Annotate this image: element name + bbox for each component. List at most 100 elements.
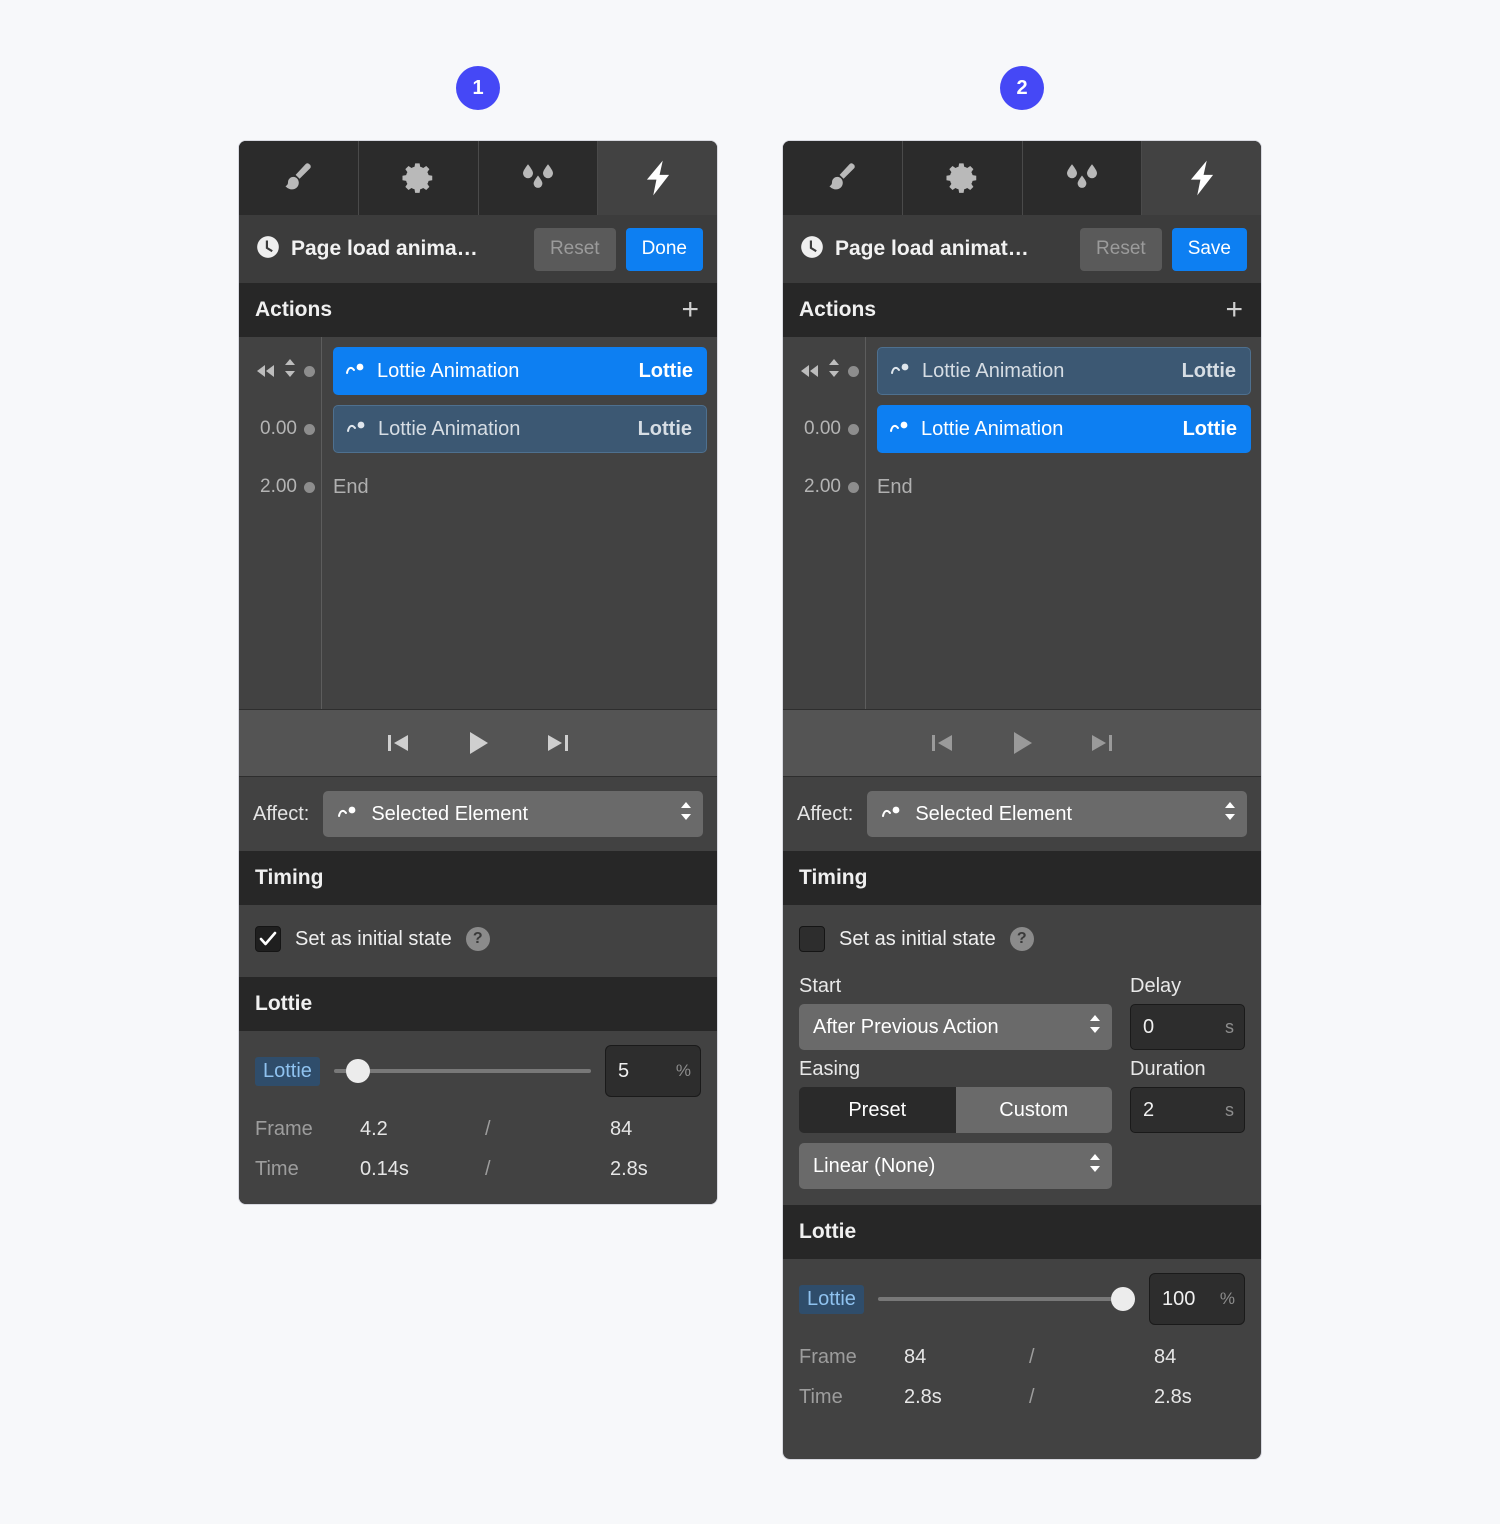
sort-updown-icon[interactable]: [827, 358, 841, 384]
panel1-frame-table: Frame 4.2 / 84 Time 0.14s / 2.8s: [255, 1109, 701, 1189]
action-item-kind: Lottie: [638, 359, 693, 382]
panel2-start-value: After Previous Action: [813, 1015, 999, 1038]
motion-path-icon: [337, 803, 359, 826]
panel1-lottie-body: Lottie 5 % Frame 4.2 / 84 Time 0.14s / 2…: [239, 1031, 717, 1204]
tab-style[interactable]: [239, 141, 359, 215]
skip-back-icon[interactable]: [925, 726, 959, 760]
panel2-lottie-value: 100: [1162, 1287, 1196, 1310]
tab-settings[interactable]: [358, 141, 479, 215]
panel2-save-button[interactable]: Save: [1171, 227, 1247, 271]
rewind-icon[interactable]: [799, 363, 821, 379]
timeline-row: Lottie Animation Lottie: [783, 347, 1261, 395]
timeline-rule: [865, 337, 866, 709]
timeline-gutter: [783, 358, 865, 384]
row-current: 84: [904, 1345, 927, 1368]
panel2-start-select[interactable]: After Previous Action: [799, 1004, 1112, 1050]
panel2-timeline: Lottie Animation Lottie 0.00 Lottie Anim…: [783, 337, 1261, 709]
brush-icon: [279, 159, 317, 197]
panel1-tabstrip: [239, 141, 717, 215]
panel2-easing-select[interactable]: Linear (None): [799, 1143, 1112, 1189]
timeline-empty-space: [783, 511, 1261, 701]
action-item-lottie-2[interactable]: Lottie Animation Lottie: [333, 405, 707, 453]
slider-knob[interactable]: [345, 1059, 370, 1083]
panel1-affect-value: Selected Element: [371, 802, 529, 825]
panel2-actions-header: Actions +: [783, 283, 1261, 337]
row-separator: /: [1029, 1345, 1035, 1368]
panel2-add-action-button[interactable]: +: [1223, 295, 1245, 325]
action-item-lottie-1[interactable]: Lottie Animation Lottie: [333, 347, 707, 395]
panel2-delay-input[interactable]: 0 s: [1130, 1004, 1245, 1050]
panel1-affect-select[interactable]: Selected Element: [323, 791, 703, 837]
timeline-node-dot: [848, 423, 859, 435]
help-icon[interactable]: ?: [465, 927, 490, 951]
timeline-gutter: 0.00: [783, 418, 865, 440]
timeline-end-label: End: [877, 475, 913, 498]
panel1-initial-state-checkbox[interactable]: [255, 926, 281, 952]
timeline-node-dot: [848, 365, 859, 377]
panel1-done-button[interactable]: Done: [625, 227, 703, 271]
panel2-delay-unit: s: [1225, 1016, 1234, 1037]
panel1-lottie-value-input[interactable]: 5 %: [605, 1045, 701, 1097]
action-item-lottie-2[interactable]: Lottie Animation Lottie: [877, 405, 1251, 453]
step-badge-1: 1: [456, 66, 500, 110]
panel2-lottie-pill[interactable]: Lottie: [799, 1284, 864, 1314]
tab-interactions[interactable]: [598, 141, 717, 215]
slider-knob[interactable]: [1110, 1287, 1135, 1311]
timeline-gutter: 2.00: [239, 476, 321, 498]
panel2-transport: [783, 709, 1261, 777]
action-item-lottie-1[interactable]: Lottie Animation Lottie: [877, 347, 1251, 395]
panel2-timing-header: Timing: [783, 851, 1261, 905]
panel2-affect-label: Affect:: [797, 802, 854, 825]
rewind-icon[interactable]: [255, 363, 277, 379]
skip-forward-icon[interactable]: [1085, 726, 1119, 760]
play-icon[interactable]: [459, 724, 497, 762]
skip-forward-icon[interactable]: [541, 726, 575, 760]
step-badge-1-label: 1: [472, 77, 484, 99]
tab-interactions[interactable]: [1142, 141, 1261, 215]
panel1-reset-button[interactable]: Reset: [533, 227, 616, 271]
panel2-duration-input[interactable]: 2 s: [1130, 1087, 1245, 1133]
motion-path-icon: [881, 803, 903, 826]
brush-icon: [823, 159, 861, 197]
row-key: Frame: [799, 1345, 857, 1368]
sort-updown-icon[interactable]: [283, 358, 297, 384]
tab-effects[interactable]: [478, 141, 599, 215]
slider-track: [877, 1297, 1135, 1301]
row-current: 2.8s: [904, 1385, 942, 1408]
tab-settings[interactable]: [902, 141, 1023, 215]
panel2-initial-state-checkbox[interactable]: [799, 926, 825, 952]
timeline-row: Lottie Animation Lottie: [239, 347, 717, 395]
tab-style[interactable]: [783, 141, 903, 215]
chevron-updown-icon: [1088, 1152, 1102, 1180]
panel2-reset-button[interactable]: Reset: [1080, 227, 1162, 271]
play-icon[interactable]: [1003, 724, 1041, 762]
panel2-lottie-slider[interactable]: [877, 1287, 1135, 1311]
easing-custom-tab[interactable]: Custom: [955, 1087, 1112, 1133]
help-icon[interactable]: ?: [1009, 927, 1034, 951]
panel1-lottie-slider[interactable]: [333, 1059, 591, 1083]
motion-path-icon: [345, 360, 367, 383]
row-separator: /: [485, 1117, 491, 1140]
panel2-titlebar: Page load animat… Reset Save: [783, 215, 1261, 283]
motion-path-icon: [346, 418, 368, 441]
panel1-timing-label: Timing: [255, 866, 324, 889]
timeline-end-time: 2.00: [804, 476, 841, 497]
skip-back-icon[interactable]: [381, 726, 415, 760]
panel1-lottie-unit: %: [675, 1061, 691, 1080]
panel1-lottie-pill[interactable]: Lottie: [255, 1056, 320, 1086]
interactions-panel-1: Page load anima… Reset Done Actions + Lo…: [238, 140, 718, 1205]
easing-preset-tab[interactable]: Preset: [799, 1087, 956, 1133]
panel2-affect-row: Affect: Selected Element: [783, 777, 1261, 851]
timeline-node-dot: [304, 365, 315, 377]
panel2-lottie-value-input[interactable]: 100 %: [1149, 1273, 1245, 1325]
panel2-actions-label: Actions: [799, 298, 877, 321]
panel2-lottie-unit: %: [1219, 1289, 1235, 1308]
interactions-panel-2: Page load animat… Reset Save Actions + L…: [782, 140, 1262, 1460]
panel2-affect-select[interactable]: Selected Element: [867, 791, 1247, 837]
tab-effects[interactable]: [1022, 141, 1143, 215]
panel1-affect-row: Affect: Selected Element: [239, 777, 717, 851]
panel1-add-action-button[interactable]: +: [679, 295, 701, 325]
panel2-easing-mode-toggle: Preset Custom: [799, 1087, 1112, 1133]
timeline-row: 0.00 Lottie Animation Lottie: [239, 405, 717, 453]
panel1-affect-label: Affect:: [253, 802, 310, 825]
